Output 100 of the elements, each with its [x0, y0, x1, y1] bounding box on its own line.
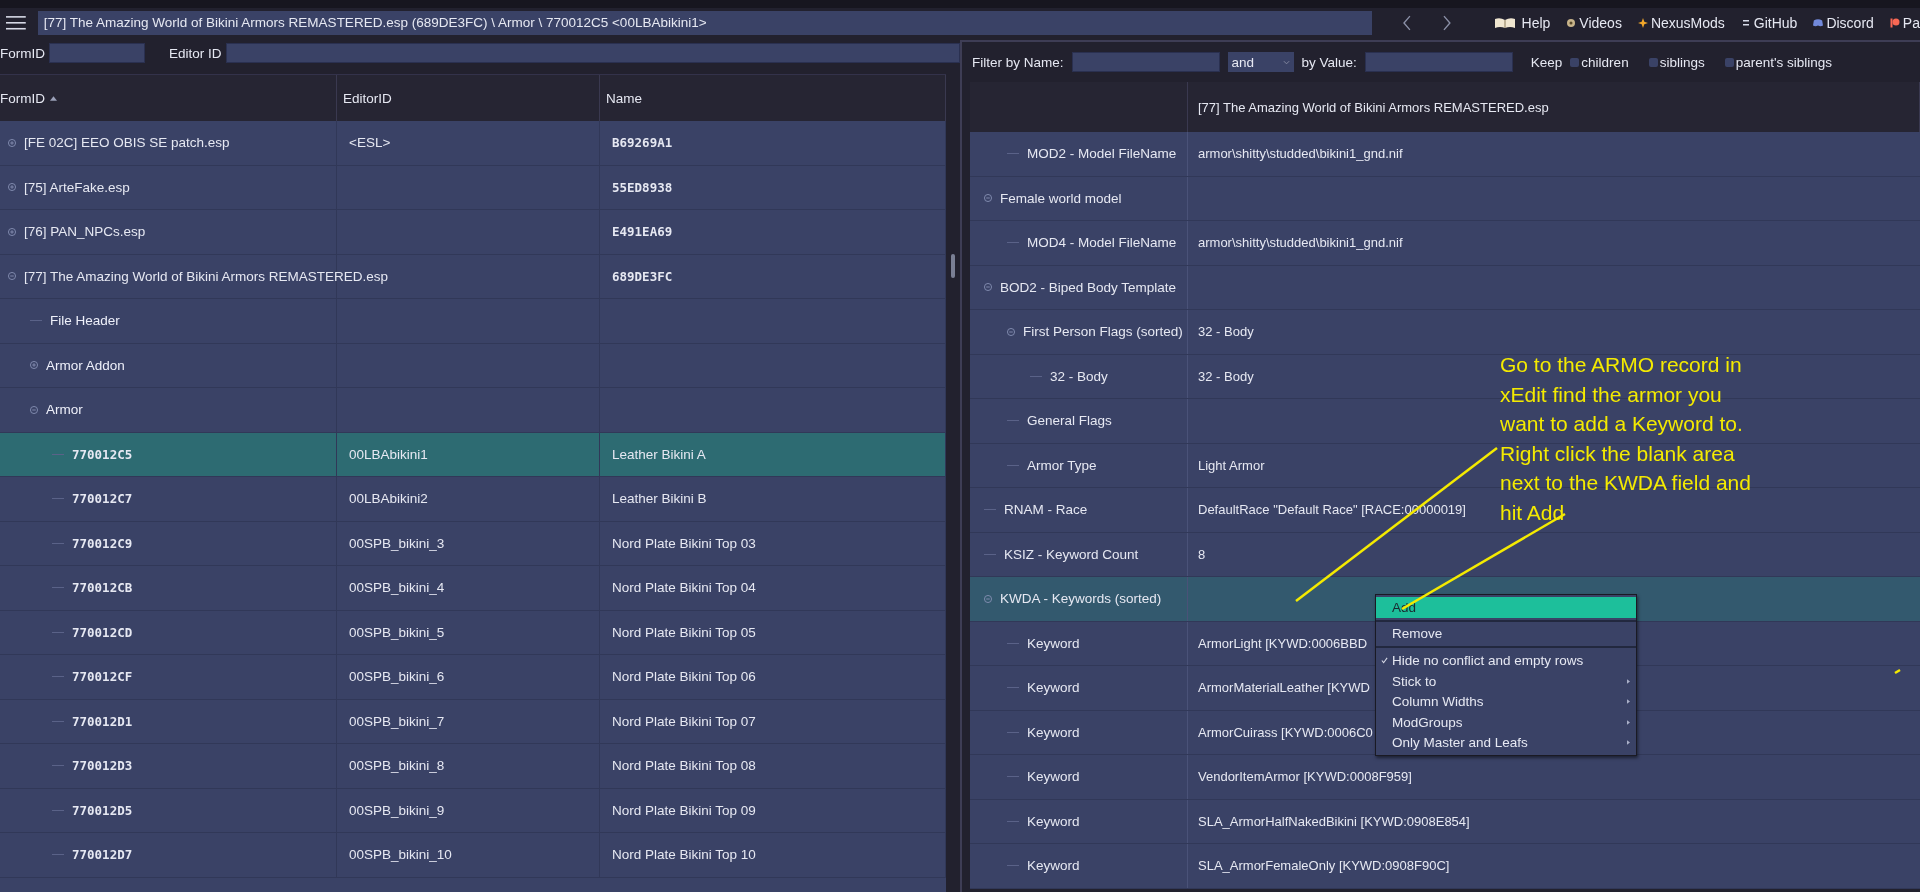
- name-filter-field[interactable]: [1071, 52, 1220, 72]
- element-label: Keyword: [1027, 769, 1080, 785]
- name-text: Nord Plate Bikini Top 10: [612, 847, 756, 863]
- toolbar-link[interactable]: NexusMods: [1637, 15, 1725, 31]
- tree-row[interactable]: File Header: [0, 299, 946, 344]
- toolbar-link[interactable]: Pa: [1889, 15, 1920, 31]
- annotation-text: Go to the ARMO record in xEdit find the armor you want to add a Keyword to. Right click the blank area next to the KWDA field and hit Add: [1500, 352, 1751, 526]
- expand-icon[interactable]: [8, 183, 16, 192]
- element-value: SLA_ArmorHalfNakedBikini [KYWD:0908E854]: [1198, 813, 1470, 829]
- star-icon: [1637, 18, 1648, 28]
- element-label: MOD2 - Model FileName: [1027, 146, 1177, 162]
- menu-item[interactable]: Only Master and Leafs: [1376, 732, 1636, 754]
- element-value: 32 - Body: [1198, 368, 1254, 384]
- editor-id-text: 00LBAbikini2: [349, 491, 428, 507]
- editor-id-text: 00SPB_bikini_3: [349, 535, 445, 551]
- checkbox[interactable]: [1648, 57, 1658, 67]
- collapse-icon[interactable]: [984, 283, 992, 292]
- element-label: First Person Flags (sorted): [1023, 324, 1183, 340]
- form-id-text: 770012D3: [72, 758, 133, 774]
- name-text: Nord Plate Bikini Top 07: [612, 713, 756, 729]
- name-text: E491EA69: [612, 224, 673, 240]
- element-label: KSIZ - Keyword Count: [1004, 546, 1139, 562]
- forward-icon[interactable]: [1441, 15, 1452, 31]
- tree-row[interactable]: 770012D7 00SPB_bikini_10 Nord Plate Bikini Top 10: [0, 833, 946, 878]
- checkbox[interactable]: [1570, 57, 1580, 67]
- submenu-arrow-icon: [1627, 678, 1630, 684]
- form-id-field[interactable]: [49, 43, 145, 63]
- keep-checkbox[interactable]: parent's siblings: [1724, 54, 1833, 70]
- menu-item[interactable]: Stick to: [1376, 670, 1636, 692]
- element-value: 8: [1198, 546, 1206, 562]
- tree-row[interactable]: Armor: [0, 388, 946, 433]
- menu-item[interactable]: Hide no conflict and empty rows: [1376, 650, 1636, 671]
- toolbar-link[interactable]: GitHub: [1740, 15, 1798, 31]
- element-value: ArmorLight [KYWD:0006BBD: [1198, 635, 1368, 651]
- element-label: Keyword: [1027, 724, 1080, 740]
- tree-row[interactable]: 770012CF 00SPB_bikini_6 Nord Plate Bikini Top 06: [0, 655, 946, 700]
- tree-row[interactable]: [75] ArteFake.esp 55ED8938: [0, 165, 946, 210]
- collapse-icon[interactable]: [1007, 327, 1015, 336]
- name-text: Nord Plate Bikini Top 09: [612, 802, 756, 818]
- film-icon: [1566, 18, 1577, 28]
- tree-row[interactable]: 770012CD 00SPB_bikini_5 Nord Plate Bikini Top 05: [0, 610, 946, 655]
- form-id-text: Armor Addon: [46, 357, 125, 373]
- form-id-text: 770012C9: [72, 535, 133, 551]
- back-icon[interactable]: [1401, 15, 1412, 31]
- toolbar-link[interactable]: Help: [1493, 15, 1551, 31]
- toolbar-link[interactable]: Videos: [1566, 15, 1622, 31]
- annotation-mark: [1894, 668, 1901, 675]
- element-label: Armor Type: [1027, 457, 1097, 473]
- tree-row[interactable]: 770012C9 00SPB_bikini_3 Nord Plate Bikini Top 03: [0, 521, 946, 566]
- keep-checkbox[interactable]: children: [1570, 54, 1629, 70]
- element-value: VendorItemArmor [KYWD:0008F959]: [1198, 769, 1412, 785]
- form-id-text: [75] ArteFake.esp: [24, 179, 130, 195]
- element-cell[interactable]: KWDA - Keywords (sorted): [970, 577, 1188, 621]
- tree-row[interactable]: 770012D5 00SPB_bikini_9 Nord Plate Bikini Top 09: [0, 788, 946, 833]
- menu-item[interactable]: ModGroups: [1376, 711, 1636, 733]
- patreon-icon: [1889, 18, 1900, 28]
- name-text: Nord Plate Bikini Top 06: [612, 669, 756, 685]
- menu-item[interactable]: Column Widths: [1376, 691, 1636, 712]
- editor-id-field[interactable]: [225, 43, 960, 63]
- scrollbar[interactable]: [951, 254, 955, 278]
- collapse-icon[interactable]: [984, 594, 992, 603]
- editor-id-text: 00SPB_bikini_9: [349, 802, 445, 818]
- submenu-arrow-icon: [1627, 719, 1630, 725]
- address-bar[interactable]: [77] The Amazing World of Bikini Armors REMASTERED.esp (689DE3FC) \ Armor \ 770012C5 <00LBAbikini1>: [37, 11, 1372, 35]
- tree-row[interactable]: 770012CB 00SPB_bikini_4 Nord Plate Bikini Top 04: [0, 566, 946, 611]
- expand-icon[interactable]: [30, 361, 38, 370]
- tree-row[interactable]: 770012D3 00SPB_bikini_8 Nord Plate Bikini Top 08: [0, 744, 946, 789]
- keep-checkbox[interactable]: siblings: [1648, 54, 1705, 70]
- element-value: SLA_ArmorFemaleOnly [KYWD:0908F90C]: [1198, 858, 1450, 874]
- tree-row[interactable]: 770012C5 00LBAbikini1 Leather Bikini A: [0, 432, 946, 477]
- value-filter-field[interactable]: [1364, 52, 1513, 72]
- tree-row[interactable]: [77] The Amazing World of Bikini Armors REMASTERED.esp 689DE3FC: [0, 254, 946, 299]
- tree-row[interactable]: 770012C7 00LBAbikini2 Leather Bikini B: [0, 477, 946, 522]
- editor-id-text: 00SPB_bikini_7: [349, 713, 445, 729]
- collapse-icon[interactable]: [984, 194, 992, 203]
- toolbar-link[interactable]: Discord: [1813, 15, 1874, 31]
- tree-row[interactable]: [76] PAN_NPCs.esp E491EA69: [0, 210, 946, 255]
- editor-id-text: <ESL>: [349, 135, 391, 151]
- form-id-text: 770012CF: [72, 669, 133, 685]
- expand-icon[interactable]: [8, 138, 16, 147]
- menu-item[interactable]: Remove: [1376, 623, 1636, 645]
- element-label: Keyword: [1027, 680, 1080, 696]
- tree-row[interactable]: 770012D1 00SPB_bikini_7 Nord Plate Bikini Top 07: [0, 699, 946, 744]
- check-icon: [1380, 657, 1388, 664]
- name-text: Leather Bikini B: [612, 491, 707, 507]
- tree-row[interactable]: Armor Addon: [0, 343, 946, 388]
- collapse-icon[interactable]: [8, 272, 16, 281]
- field-label: FormID: [0, 45, 45, 61]
- operator-dropdown[interactable]: and: [1227, 52, 1294, 72]
- tree-row[interactable]: [FE 02C] EEO OBIS SE patch.esp <ESL> B69269A1: [0, 121, 946, 166]
- form-id-text: 770012C7: [72, 491, 133, 507]
- menu-icon[interactable]: [6, 16, 26, 30]
- expand-icon[interactable]: [8, 227, 16, 236]
- name-text: 689DE3FC: [612, 268, 673, 284]
- element-value: Light Armor: [1198, 457, 1265, 473]
- form-id-text: 770012D7: [72, 847, 133, 863]
- checkbox[interactable]: [1724, 57, 1734, 67]
- collapse-icon[interactable]: [30, 405, 38, 414]
- element-label: RNAM - Race: [1004, 502, 1088, 518]
- form-id-text: Armor: [46, 402, 83, 418]
